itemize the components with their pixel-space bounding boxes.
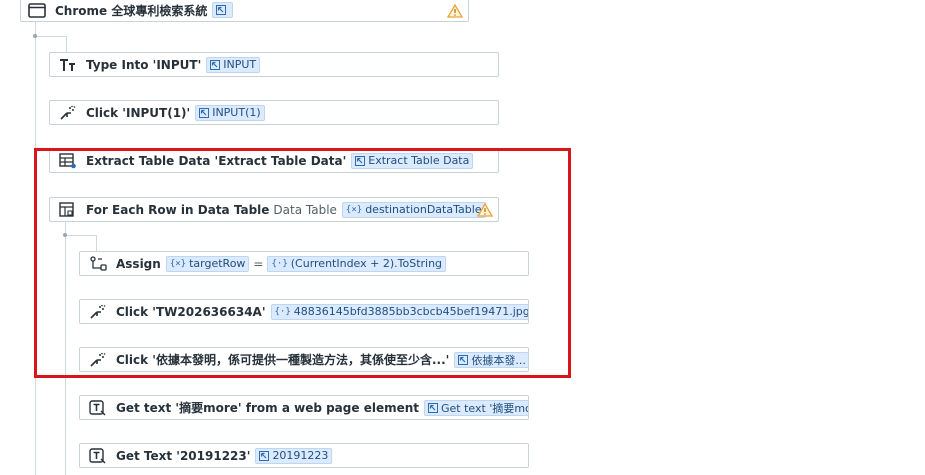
expression-icon: {·}: [271, 258, 288, 269]
activity-title: Get text '摘要more' from a web page elemen…: [116, 401, 420, 415]
chip-label: 48836145bfd3885bb3cbcb45bef19471.jpg: [293, 305, 529, 318]
assign-equals: =: [253, 256, 264, 271]
activity-click-tw-image[interactable]: Click 'TW202636634A' {·} 48836145bfd3885…: [79, 299, 529, 324]
connector-dot: [63, 233, 67, 237]
target-arrow-icon: [355, 155, 366, 166]
workflow-canvas: Chrome 全球專利檢索系統 Type Into 'INPUT' INPUT …: [0, 0, 925, 475]
activity-extract-table-data[interactable]: Extract Table Data 'Extract Table Data' …: [49, 148, 499, 173]
chip-label: Extract Table Data: [368, 154, 470, 167]
sequence-drop: [66, 36, 67, 52]
target-arrow-icon: [259, 450, 270, 461]
target-element-chip[interactable]: 20191223: [255, 447, 333, 464]
expression-chip[interactable]: {·} (CurrentIndex + 2).ToString: [267, 255, 447, 272]
target-element-chip[interactable]: INPUT: [206, 56, 261, 73]
activity-title: Click '依據本發明，係可提供一種製造方法，其係使至少含...': [116, 353, 450, 367]
activity-get-text-more[interactable]: Get text '摘要more' from a web page elemen…: [79, 395, 529, 420]
activity-title: Get Text '20191223': [116, 448, 251, 463]
target-arrow-icon: [458, 354, 469, 365]
target-arrow-icon: [428, 402, 439, 413]
click-icon: [58, 104, 78, 122]
variable-chip[interactable]: {×} targetRow: [165, 255, 250, 272]
chip-label: destinationDataTable: [365, 203, 482, 216]
activity-title: Click 'INPUT(1)': [86, 105, 191, 120]
sequence-connector: [35, 22, 36, 475]
activity-title: Extract Table Data 'Extract Table Data': [86, 153, 347, 168]
chip-label: 依據本發...: [471, 353, 526, 367]
target-element-chip[interactable]: INPUT(1): [195, 104, 265, 121]
expression-icon: {·}: [274, 306, 291, 317]
target-arrow-icon: [216, 5, 227, 15]
target-element-chip[interactable]: [212, 2, 234, 18]
target-arrow-icon: [210, 59, 221, 70]
activity-type-into-input[interactable]: Type Into 'INPUT' INPUT: [49, 52, 499, 77]
activity-click-description[interactable]: Click '依據本發明，係可提供一種製造方法，其係使至少含...' 依據本發.…: [79, 347, 529, 372]
warning-icon[interactable]: [476, 201, 494, 219]
expression-chip[interactable]: {·} 48836145bfd3885bb3cbcb45bef19471.jpg: [270, 303, 529, 320]
foreach-connector: [65, 219, 66, 475]
foreach-title: For Each Row in Data Table: [86, 202, 270, 217]
activity-assign[interactable]: Assign {×} targetRow = {·} (CurrentIndex…: [79, 251, 529, 276]
for-each-table-icon: [58, 201, 78, 219]
activity-title: Type Into 'INPUT': [86, 57, 202, 72]
type-into-icon: [58, 56, 78, 74]
get-text-icon: [88, 447, 108, 465]
chip-label: Get text '摘要more'...: [441, 401, 529, 415]
chip-label: 20191223: [272, 449, 329, 462]
assign-icon: [88, 255, 108, 273]
foreach-row-header[interactable]: For Each Row in Data Table Data Table {×…: [49, 197, 499, 222]
target-element-chip[interactable]: Extract Table Data: [351, 152, 474, 169]
foreach-property-label: Data Table: [273, 202, 337, 217]
target-element-chip[interactable]: Get text '摘要more'...: [424, 399, 529, 416]
browser-window-icon: [27, 1, 47, 19]
variable-icon: {×}: [169, 258, 187, 269]
chip-label: (CurrentIndex + 2).ToString: [290, 257, 443, 270]
chip-label: INPUT: [223, 58, 257, 71]
sequence-branch: [35, 36, 66, 37]
activity-get-text-date[interactable]: Get Text '20191223' 20191223: [79, 443, 529, 468]
foreach-branch: [65, 235, 96, 236]
activity-title: Assign: [116, 256, 161, 271]
scope-title: Chrome 全球專利檢索系統: [55, 3, 208, 18]
variable-chip[interactable]: {×} destinationDataTable: [341, 201, 486, 218]
extract-table-icon: [58, 152, 78, 170]
click-icon: [88, 303, 108, 321]
activity-title: Click 'TW202636634A': [116, 304, 266, 319]
connector-dot: [33, 34, 37, 38]
activity-click-input-1[interactable]: Click 'INPUT(1)' INPUT(1): [49, 100, 499, 125]
chip-label: targetRow: [189, 257, 246, 270]
click-icon: [88, 351, 108, 369]
variable-icon: {×}: [345, 204, 363, 215]
foreach-drop: [96, 235, 97, 251]
chip-label: INPUT(1): [212, 106, 261, 119]
target-element-chip[interactable]: 依據本發...: [454, 351, 528, 368]
browser-scope-header[interactable]: Chrome 全球專利檢索系統: [20, 0, 469, 22]
get-text-icon: [88, 399, 108, 417]
target-arrow-icon: [199, 107, 210, 118]
warning-icon[interactable]: [446, 2, 464, 20]
